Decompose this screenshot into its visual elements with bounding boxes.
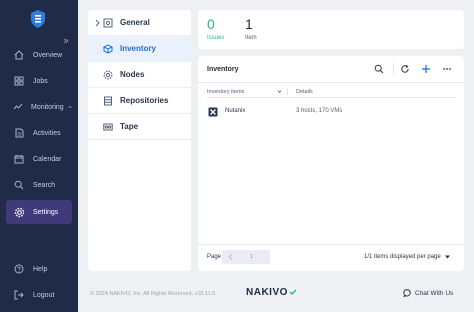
- nav-label-activities: Activities: [33, 129, 61, 137]
- chat-with-us-button[interactable]: Chat With Us: [403, 289, 453, 297]
- inventory-panel: Inventory Inventory items Details Nutani…: [198, 56, 464, 271]
- nav-label-overview: Overview: [33, 51, 63, 59]
- nav-item-calendar[interactable]: Calendar: [6, 148, 72, 170]
- pagination-info: 1/1 items displayed per page: [364, 254, 441, 260]
- plus-icon: [422, 65, 430, 73]
- column-divider: [287, 88, 288, 95]
- brand-checkmark-icon: [289, 289, 297, 295]
- issues-count: 0: [207, 16, 215, 32]
- nutanix-icon: [208, 107, 218, 117]
- page-number: 1: [250, 254, 254, 260]
- settings-label-nodes: Nodes: [120, 70, 145, 79]
- settings-label-repositories: Repositories: [120, 96, 169, 105]
- items-count: 1: [245, 16, 253, 32]
- activities-icon: [13, 127, 25, 139]
- items-label: Item: [245, 35, 257, 41]
- jobs-icon: [13, 75, 25, 87]
- brand-name: NAKIVO: [246, 287, 288, 298]
- chat-icon: [403, 289, 411, 297]
- table-row[interactable]: Nutanix 3 hosts, 170 VMs: [198, 103, 464, 119]
- sort-icon[interactable]: [277, 89, 282, 94]
- nav-item-logout[interactable]: Logout: [6, 284, 72, 306]
- toolbar-divider: [393, 63, 394, 75]
- chevron-right-icon: [95, 19, 100, 27]
- logout-icon: [13, 289, 25, 301]
- page-label: Page: [207, 254, 222, 260]
- inventory-icon: [102, 43, 113, 54]
- nav-item-jobs[interactable]: Jobs: [6, 70, 72, 92]
- nav-item-monitoring[interactable]: Monitoring: [6, 96, 72, 118]
- more-options-button[interactable]: [441, 63, 453, 75]
- nav-label-search: Search: [33, 181, 56, 189]
- settings-item-nodes[interactable]: Nodes: [88, 62, 191, 88]
- column-header-inventory-items[interactable]: Inventory items: [207, 89, 244, 95]
- caret-down-icon[interactable]: [444, 254, 451, 260]
- header-divider: [198, 82, 464, 83]
- issues-label: Issues: [207, 35, 225, 41]
- settings-item-inventory[interactable]: Inventory: [88, 36, 191, 62]
- monitoring-icon: [13, 101, 23, 113]
- chat-label: Chat With Us: [415, 289, 454, 297]
- nav-item-search[interactable]: Search: [6, 174, 72, 196]
- nakivo-brand-logo: NAKIVO: [246, 287, 297, 298]
- repositories-icon: [102, 95, 113, 106]
- settings-item-repositories[interactable]: Repositories: [88, 88, 191, 114]
- overview-icon: [13, 49, 25, 61]
- nav-label-help: Help: [33, 265, 48, 273]
- search-button[interactable]: [373, 63, 385, 75]
- nav-label-logout: Logout: [33, 291, 55, 299]
- items-stat: 1 Item: [245, 16, 257, 41]
- footer-divider: [198, 244, 464, 245]
- help-icon: [13, 263, 25, 275]
- nodes-icon: [102, 69, 113, 80]
- nav-item-overview[interactable]: Overview: [6, 44, 72, 66]
- nav-label-settings: Settings: [33, 208, 59, 216]
- nav-item-help[interactable]: Help: [6, 258, 72, 280]
- gear-icon: [13, 206, 25, 218]
- chevron-up-icon: [68, 105, 72, 108]
- refresh-icon: [401, 64, 409, 73]
- chevron-left-icon[interactable]: [227, 253, 235, 261]
- add-button[interactable]: [420, 63, 432, 75]
- nav-label-monitoring: Monitoring: [31, 103, 64, 111]
- inventory-item-name: Nutanix: [225, 108, 246, 114]
- columns-divider: [207, 97, 456, 98]
- copyright-text: © 2024 NAKIVO, Inc. All Rights Reserved.…: [90, 291, 216, 297]
- main-nav-rail: Overview Jobs Monitoring Activities Cale…: [0, 0, 78, 312]
- more-horizontal-icon: [443, 68, 451, 70]
- refresh-button[interactable]: [399, 63, 411, 75]
- nav-item-activities[interactable]: Activities: [6, 122, 72, 144]
- column-header-details[interactable]: Details: [296, 89, 313, 95]
- calendar-icon: [13, 153, 25, 165]
- inventory-title: Inventory: [207, 66, 239, 73]
- search-icon: [374, 64, 384, 74]
- inventory-summary: 0 Issues 1 Item: [198, 10, 464, 49]
- settings-label-tape: Tape: [120, 122, 139, 131]
- settings-menu: General Inventory Nodes Repositories Tap…: [88, 10, 191, 271]
- settings-label-inventory: Inventory: [120, 44, 157, 53]
- nav-label-jobs: Jobs: [33, 77, 48, 85]
- inventory-item-details: 3 hosts, 170 VMs: [296, 108, 343, 114]
- settings-item-general[interactable]: General: [88, 10, 191, 36]
- nav-label-calendar: Calendar: [33, 155, 62, 163]
- general-icon: [102, 17, 113, 28]
- tape-icon: [102, 121, 113, 132]
- search-icon: [13, 179, 25, 191]
- issues-stat[interactable]: 0 Issues: [207, 16, 224, 41]
- settings-item-tape[interactable]: Tape: [88, 114, 191, 140]
- nakivo-logo-icon[interactable]: [31, 10, 45, 28]
- settings-label-general: General: [120, 18, 150, 27]
- nav-item-settings[interactable]: Settings: [6, 200, 72, 224]
